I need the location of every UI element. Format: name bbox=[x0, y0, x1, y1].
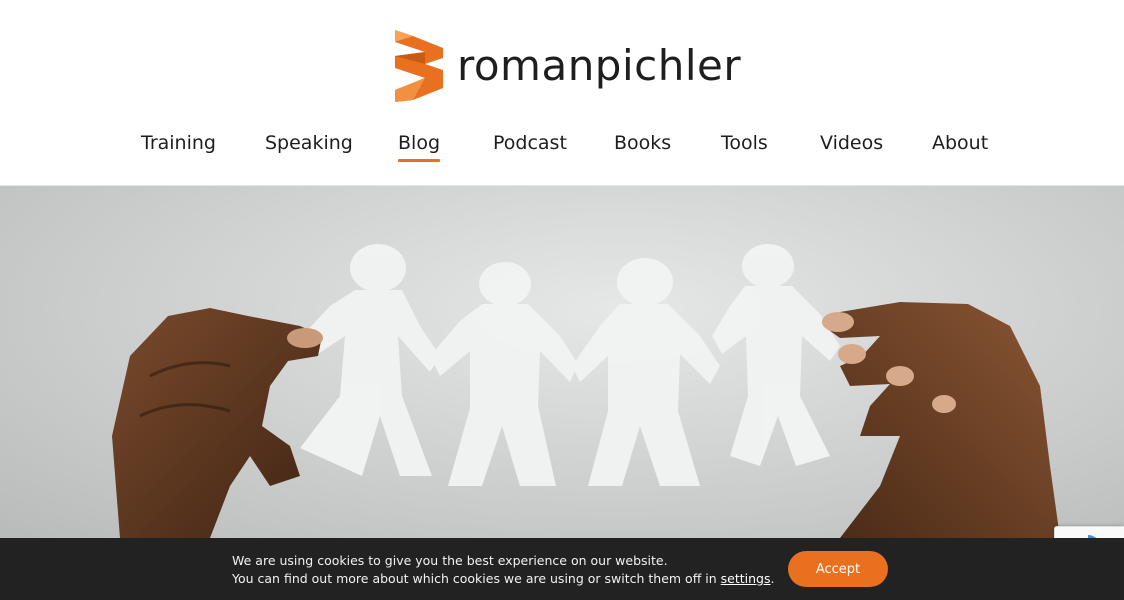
cookie-message: We are using cookies to give you the bes… bbox=[232, 552, 775, 588]
nav-item-blog[interactable]: Blog bbox=[398, 128, 440, 162]
nav-item-training[interactable]: Training bbox=[141, 128, 216, 158]
accept-cookies-button[interactable]: Accept bbox=[788, 551, 888, 587]
cookie-settings-link[interactable]: settings bbox=[721, 571, 771, 586]
nav-item-podcast[interactable]: Podcast bbox=[493, 128, 567, 158]
stylized-r-logo-icon bbox=[395, 30, 443, 102]
site-logo[interactable]: romanpichler bbox=[395, 30, 741, 102]
nav-item-tools[interactable]: Tools bbox=[721, 128, 768, 158]
cookie-consent-bar: We are using cookies to give you the bes… bbox=[0, 538, 1124, 600]
nav-item-about[interactable]: About bbox=[932, 128, 988, 158]
cookie-message-line-2-prefix: You can find out more about which cookie… bbox=[232, 571, 721, 586]
nav-item-videos[interactable]: Videos bbox=[820, 128, 883, 158]
cookie-message-line-1: We are using cookies to give you the bes… bbox=[232, 553, 668, 568]
nav-item-books[interactable]: Books bbox=[614, 128, 671, 158]
cookie-message-line-2-suffix: . bbox=[770, 571, 775, 586]
hands-holding-paper-doll-chain-image bbox=[112, 244, 1060, 538]
right-hand bbox=[822, 302, 1060, 538]
main-nav: Training Speaking Blog Podcast Books Too… bbox=[0, 128, 1124, 164]
cookie-message-line-2: You can find out more about which cookie… bbox=[232, 570, 775, 588]
nav-item-speaking[interactable]: Speaking bbox=[265, 128, 353, 158]
hero-banner bbox=[0, 186, 1124, 538]
left-hand bbox=[112, 308, 323, 538]
site-header: romanpichler Training Speaking Blog Podc… bbox=[0, 0, 1124, 186]
paper-doll-chain bbox=[300, 244, 840, 486]
brand-name: romanpichler bbox=[457, 41, 742, 90]
